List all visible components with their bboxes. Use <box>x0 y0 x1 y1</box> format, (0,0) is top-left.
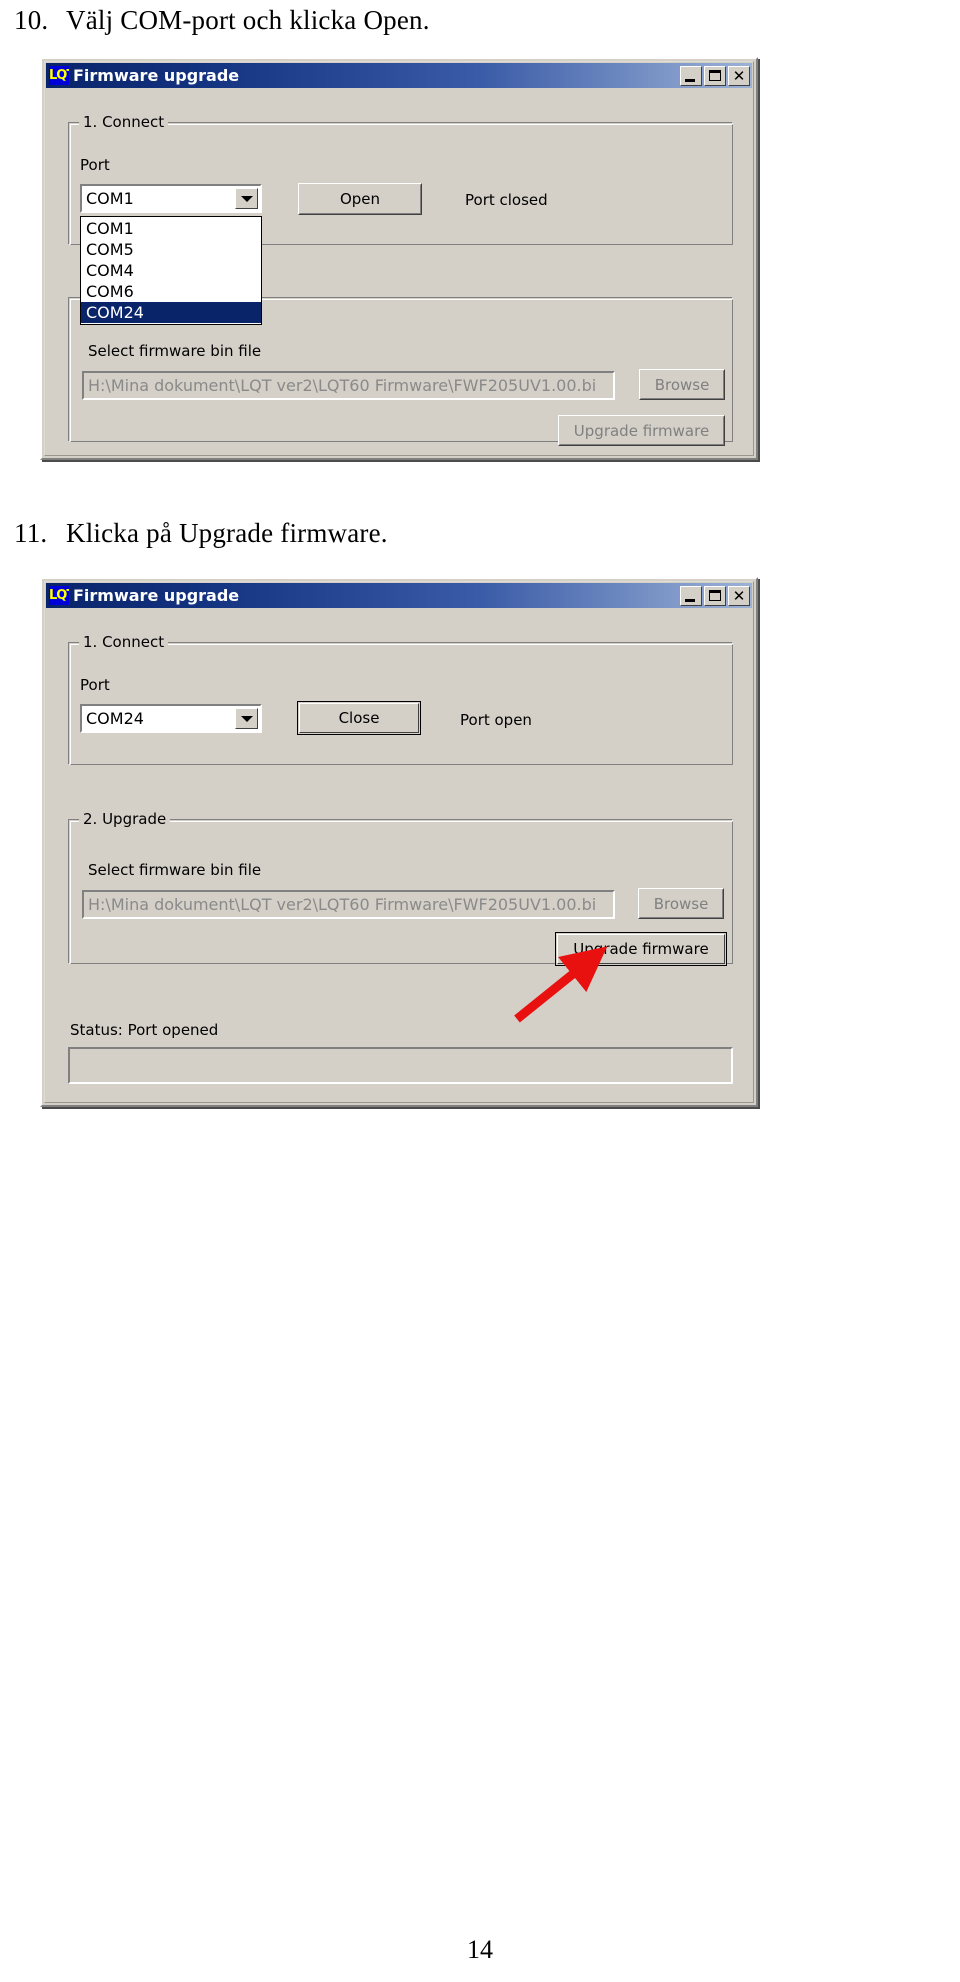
dialog-1-window-controls[interactable]: ✕ <box>680 65 750 86</box>
dialog-2-file-path-value: H:\Mina dokument\LQT ver2\LQT60 Firmware… <box>88 895 597 914</box>
dialog-2-status-output-box <box>68 1047 733 1084</box>
close-icon[interactable]: ✕ <box>728 585 750 606</box>
minimize-icon[interactable] <box>680 65 702 86</box>
dialog-2-port-label: Port <box>80 676 110 694</box>
dialog-1-open-button[interactable]: Open <box>298 183 422 215</box>
dropdown-item-0[interactable]: COM1 <box>81 218 261 239</box>
dropdown-item-4[interactable]: COM24 <box>81 302 261 323</box>
firmware-upgrade-dialog-1[interactable]: LQT Firmware upgrade ✕ 1. Connect Port C… <box>40 57 758 460</box>
chevron-down-icon[interactable] <box>235 188 258 209</box>
dropdown-item-1[interactable]: COM5 <box>81 239 261 260</box>
dialog-2-connect-group-label: 1. Connect <box>79 633 169 651</box>
close-icon[interactable]: ✕ <box>728 65 750 86</box>
dialog-2-upgrade-group-label: 2. Upgrade <box>79 810 171 828</box>
lqt-app-icon: LQT <box>49 586 69 605</box>
dialog-1-titlebar[interactable]: LQT Firmware upgrade ✕ <box>46 63 752 88</box>
dialog-1-browse-button[interactable]: Browse <box>639 369 725 400</box>
dialog-2-browse-button-label: Browse <box>653 894 709 913</box>
step-10-text: Välj COM-port och klicka Open. <box>66 5 430 35</box>
dialog-2-browse-button[interactable]: Browse <box>638 888 724 919</box>
step-11: 11. Klicka på Upgrade firmware. <box>14 518 388 549</box>
dialog-1-port-dropdown[interactable]: COM1 COM5 COM4 COM6 COM24 <box>80 216 262 325</box>
dialog-1-open-button-label: Open <box>339 190 381 208</box>
dialog-2-upgrade-firmware-label: Upgrade firmware <box>573 940 709 958</box>
step-11-number: 11. <box>14 518 48 548</box>
firmware-upgrade-dialog-2[interactable]: LQT Firmware upgrade ✕ 1. Connect Port C… <box>40 577 758 1107</box>
dialog-2-close-button[interactable]: Close <box>297 701 421 735</box>
dialog-2-upgrade-firmware-button[interactable]: Upgrade firmware <box>555 932 727 966</box>
dialog-1-upgrade-firmware-button[interactable]: Upgrade firmware <box>558 415 725 446</box>
dialog-2-title: Firmware upgrade <box>73 586 240 605</box>
close-glyph: ✕ <box>732 586 746 605</box>
dropdown-item-2[interactable]: COM4 <box>81 260 261 281</box>
dialog-1-file-path-field[interactable]: H:\Mina dokument\LQT ver2\LQT60 Firmware… <box>82 371 615 400</box>
dialog-1-browse-button-label: Browse <box>654 375 710 394</box>
chevron-down-icon[interactable] <box>235 708 258 729</box>
lqt-app-icon: LQT <box>49 66 69 85</box>
dialog-1-port-label: Port <box>80 156 110 174</box>
dialog-1-port-combo[interactable]: COM1 <box>80 184 262 213</box>
dialog-2-window-controls[interactable]: ✕ <box>680 585 750 606</box>
dialog-2-port-combo-value: COM24 <box>86 709 144 728</box>
dialog-1-upgrade-firmware-label: Upgrade firmware <box>573 421 710 440</box>
dialog-2-file-path-field[interactable]: H:\Mina dokument\LQT ver2\LQT60 Firmware… <box>82 890 615 919</box>
dialog-1-file-path-value: H:\Mina dokument\LQT ver2\LQT60 Firmware… <box>88 376 597 395</box>
minimize-icon[interactable] <box>680 585 702 606</box>
maximize-icon[interactable] <box>704 65 726 86</box>
step-11-text: Klicka på Upgrade firmware. <box>66 518 388 548</box>
maximize-icon[interactable] <box>704 585 726 606</box>
step-10-number: 10. <box>14 5 49 35</box>
dialog-1-connect-group-label: 1. Connect <box>79 113 169 131</box>
dialog-2-port-status: Port open <box>460 711 532 729</box>
dialog-2-file-label: Select firmware bin file <box>88 861 262 879</box>
dialog-1-port-combo-value: COM1 <box>86 189 134 208</box>
dialog-2-titlebar[interactable]: LQT Firmware upgrade ✕ <box>46 583 752 608</box>
dialog-2-port-combo[interactable]: COM24 <box>80 704 262 733</box>
dialog-1-title: Firmware upgrade <box>73 66 240 85</box>
dialog-2-status-label: Status: Port opened <box>70 1021 219 1039</box>
dialog-1-port-status: Port closed <box>465 191 548 209</box>
close-glyph: ✕ <box>732 66 746 85</box>
dialog-2-close-button-label: Close <box>338 709 380 727</box>
dialog-1-file-label: Select firmware bin file <box>88 342 262 360</box>
page-number: 14 <box>467 1935 493 1964</box>
step-10: 10. Välj COM-port och klicka Open. <box>14 5 430 36</box>
dropdown-item-3[interactable]: COM6 <box>81 281 261 302</box>
